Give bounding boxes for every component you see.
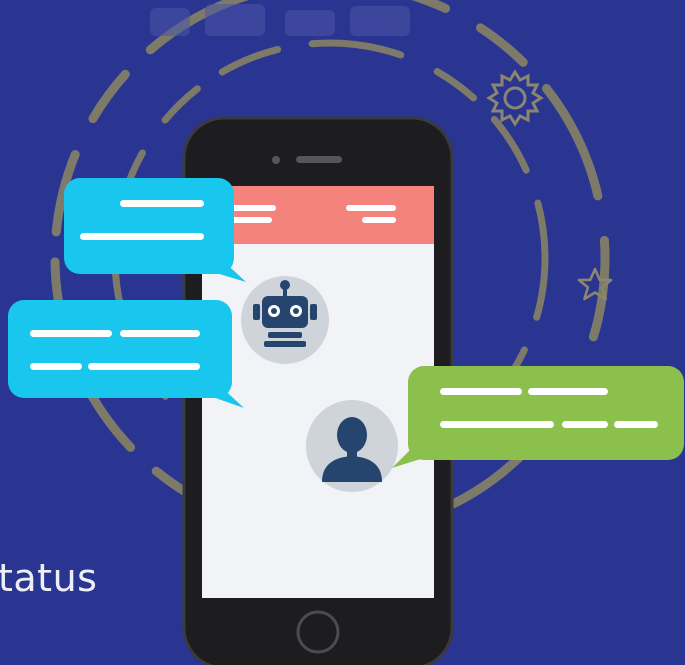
blurred-top-shapes [150, 4, 410, 36]
gear-icon [486, 69, 544, 127]
chat-bubble-green [392, 366, 684, 468]
chat-bubble-blue-bottom [8, 300, 244, 408]
chat-header-bar [202, 186, 434, 244]
chat-bubble-blue-top [64, 178, 246, 282]
speaker-grill [296, 156, 342, 163]
robot-avatar-icon [241, 276, 329, 364]
front-camera-icon [272, 156, 280, 164]
phone-screen [202, 186, 434, 598]
person-avatar-icon [306, 400, 398, 492]
chatbot-illustration [8, 0, 684, 665]
partial-caption-text: tatus [0, 556, 98, 600]
